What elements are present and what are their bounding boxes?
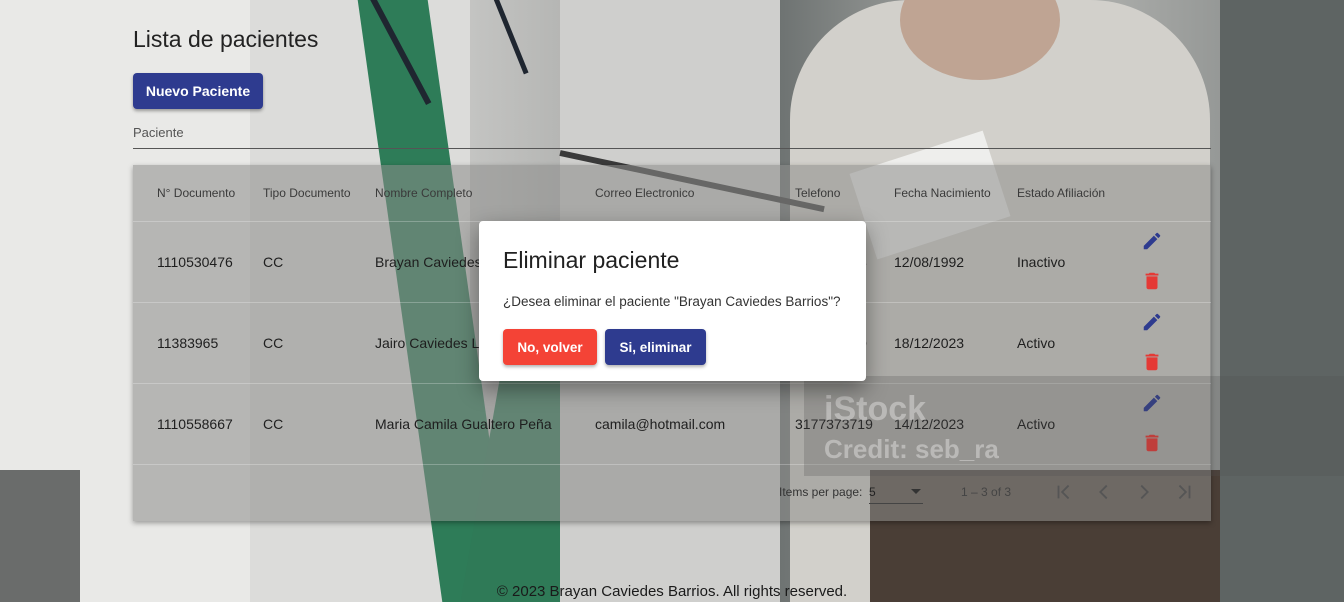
cancel-button[interactable]: No, volver	[503, 329, 597, 365]
confirm-delete-button[interactable]: Si, eliminar	[605, 329, 706, 365]
dialog-message: ¿Desea eliminar el paciente "Brayan Cavi…	[503, 294, 841, 309]
dialog-title: Eliminar paciente	[503, 247, 680, 273]
delete-patient-dialog: Eliminar paciente ¿Desea eliminar el pac…	[479, 221, 866, 381]
